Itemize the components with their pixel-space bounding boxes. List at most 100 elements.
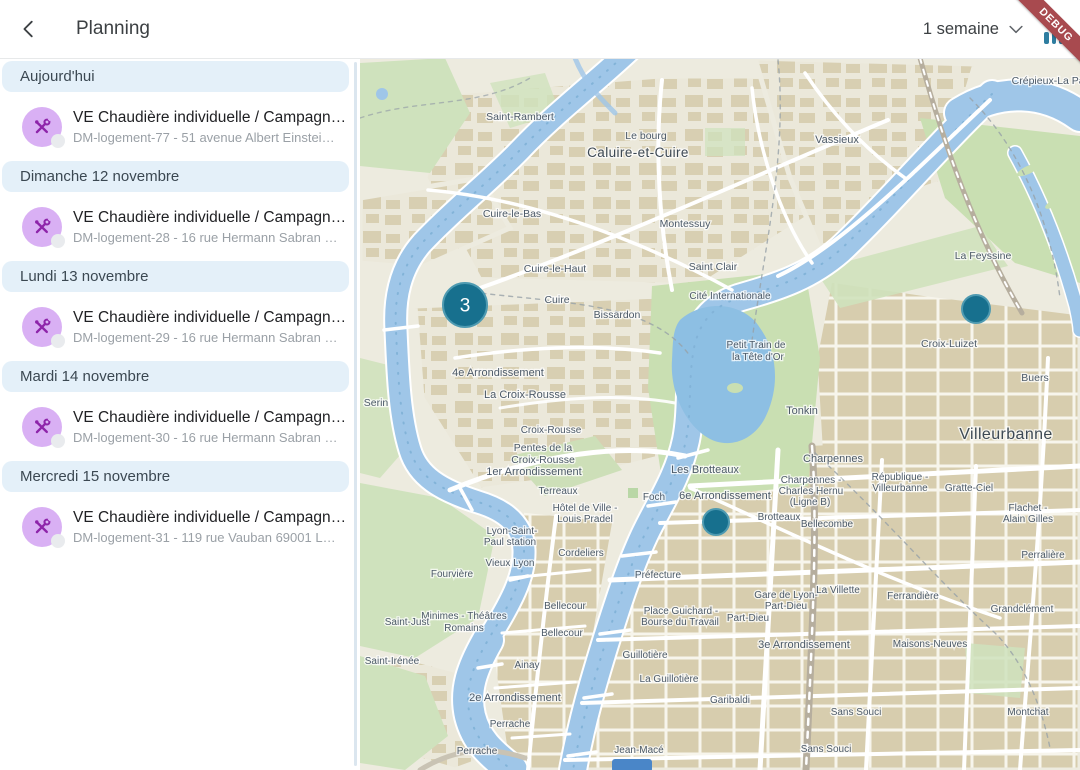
map-label: Villeurbanne xyxy=(872,483,928,494)
map-label: Saint-Just xyxy=(385,617,430,628)
top-bar: Planning 1 semaine xyxy=(0,0,1080,59)
map-label: Saint-Rambert xyxy=(486,111,554,123)
map-label: Cité Internationale xyxy=(689,291,771,302)
item-text: VE Chaudière individuelle / Campagn…DM-l… xyxy=(73,209,345,245)
map-label: Croix-Luizet xyxy=(921,338,977,350)
map-label: 3e Arrondissement xyxy=(758,639,850,651)
map-label: Cuire xyxy=(544,294,569,306)
map-label: Romains xyxy=(444,623,483,634)
item-text: VE Chaudière individuelle / Campagn… DM-l… xyxy=(73,109,345,145)
item-title: VE Chaudière individuelle / Campagn… xyxy=(73,509,345,527)
map-label: Charles Hernu xyxy=(779,486,843,497)
map-label: République - xyxy=(872,472,929,483)
map[interactable]: Saint-Rambert Le bourg Caluire-et-Cuire Vas… xyxy=(360,58,1080,770)
map-label: 6e Arrondissement xyxy=(679,490,771,502)
map-label: 1er Arrondissement xyxy=(486,466,581,478)
map-label: Vieux Lyon xyxy=(486,558,535,569)
map-label: Pentes de la xyxy=(514,442,573,454)
date-section-header: Lundi 13 novembre xyxy=(2,261,349,292)
map-label: Maisons-Neuves xyxy=(893,639,967,650)
period-selector[interactable]: 1 semaine xyxy=(923,19,1026,39)
map-label: Serin xyxy=(364,397,389,409)
map-label: Crépieux-La Pape xyxy=(1012,75,1080,87)
map-label: Place Guichard - xyxy=(644,606,718,617)
map-label: Gratte-Ciel xyxy=(945,483,993,494)
map-station-box xyxy=(612,759,652,770)
map-label: Bellecombe xyxy=(801,519,854,530)
planning-item[interactable]: VE Chaudière individuelle / Campagn…DM-l… xyxy=(22,304,350,350)
date-section-header: Mercredi 15 novembre xyxy=(2,461,349,492)
map-label: Bourse du Travail xyxy=(641,617,719,628)
planning-screen: Planning 1 semaine DEBUG Aujourd'huiVE C… xyxy=(0,0,1080,770)
map-label: Cuire-le-Haut xyxy=(524,263,587,275)
item-title: VE Chaudière individuelle / Campagn… xyxy=(73,109,345,127)
map-label: Hôtel de Ville - xyxy=(553,503,618,514)
item-subtitle: DM-logement-77 - 51 avenue Albert Einste… xyxy=(73,130,345,145)
planning-bars-icon[interactable] xyxy=(1044,14,1070,44)
map-label: Préfecture xyxy=(635,570,682,581)
map-marker[interactable] xyxy=(962,295,990,323)
map-label: Minimes - Théâtres xyxy=(421,611,506,622)
map-label: Louis Pradel xyxy=(557,514,613,525)
back-button[interactable] xyxy=(0,0,58,58)
item-title: VE Chaudière individuelle / Campagn… xyxy=(73,409,345,427)
item-subtitle: DM-logement-30 - 16 rue Hermann Sabran … xyxy=(73,430,345,445)
work-order-tools-icon xyxy=(22,307,62,347)
page-title: Planning xyxy=(76,18,150,40)
map-label: Grandclément xyxy=(991,604,1054,615)
map-label: Perrache xyxy=(457,746,498,757)
map-label: Bissardon xyxy=(594,309,641,321)
map-label: Charpennes xyxy=(803,453,863,465)
map-label: Perrache xyxy=(490,719,531,730)
map-label: 2e Arrondissement xyxy=(469,692,561,704)
map-label: 4e Arrondissement xyxy=(452,367,544,379)
planning-section: Lundi 13 novembre VE Chaudière individuel… xyxy=(0,258,360,350)
item-subtitle: DM-logement-28 - 16 rue Hermann Sabran … xyxy=(73,230,345,245)
map-label: Paul station xyxy=(484,537,536,548)
top-bar-right: 1 semaine xyxy=(923,14,1080,44)
work-order-tools-icon xyxy=(22,407,62,447)
map-label: Le bourg xyxy=(625,130,667,142)
map-label: Fourvière xyxy=(431,569,474,580)
map-label: Guillotière xyxy=(622,650,667,661)
status-dot xyxy=(51,534,65,548)
map-label: Les Brotteaux xyxy=(671,464,739,476)
item-subtitle: DM-logement-29 - 16 rue Hermann Sabran … xyxy=(73,330,345,345)
planning-item[interactable]: VE Chaudière individuelle / Campagn… DM-l… xyxy=(22,104,350,150)
planning-section: Mardi 14 novembre VE Chaudière individuel… xyxy=(0,358,360,450)
map-label: Cordeliers xyxy=(558,548,604,559)
list-scrollbar[interactable] xyxy=(354,62,357,766)
planning-section: Mercredi 15 novembre VE Chaudière individ… xyxy=(0,458,360,550)
map-marker[interactable] xyxy=(703,509,729,535)
item-text: VE Chaudière individuelle / Campagn…DM-l… xyxy=(73,309,345,345)
map-label: Saint-Irénée xyxy=(365,656,420,667)
planning-item[interactable]: VE Chaudière individuelle / Campagn… DM-l… xyxy=(22,404,350,450)
map-label: Foch xyxy=(643,492,665,503)
map-label: Terreaux xyxy=(539,486,578,497)
map-label: Ainay xyxy=(514,660,539,671)
map-label: Vassieux xyxy=(815,134,859,146)
map-label: Sans Souci xyxy=(801,744,852,755)
planning-section: Aujourd'huiVE Chaudière individuelle / C… xyxy=(0,58,360,150)
status-dot xyxy=(51,234,65,248)
map-label: Lyon-Saint- xyxy=(487,526,538,537)
map-label: Bellecour xyxy=(544,601,586,612)
planning-item[interactable]: VE Chaudière individuelle / Campagn…DM-l… xyxy=(22,504,350,550)
status-dot xyxy=(51,134,65,148)
map-label: (Ligne B) xyxy=(790,497,831,508)
map-label: Croix-Rousse xyxy=(521,425,582,436)
map-label: Petit Train de xyxy=(727,340,786,351)
cluster-count: 3 xyxy=(460,296,471,317)
map-label: Charpennes - xyxy=(781,475,842,486)
date-section-header: Mardi 14 novembre xyxy=(2,361,349,392)
map-label: la Tête d'Or xyxy=(732,352,784,363)
map-label: Part-Dieu xyxy=(727,613,769,624)
map-label: La Guillotière xyxy=(640,674,699,685)
map-label: Montchat xyxy=(1007,707,1048,718)
planning-item[interactable]: VE Chaudière individuelle / Campagn…DM-l… xyxy=(22,204,350,250)
status-dot xyxy=(51,434,65,448)
map-label: Jean-Macé xyxy=(614,745,664,756)
map-cluster-marker[interactable]: 3 xyxy=(443,283,487,327)
map-label: Gare de Lyon- xyxy=(754,590,818,601)
map-label: Caluire-et-Cuire xyxy=(587,145,689,160)
